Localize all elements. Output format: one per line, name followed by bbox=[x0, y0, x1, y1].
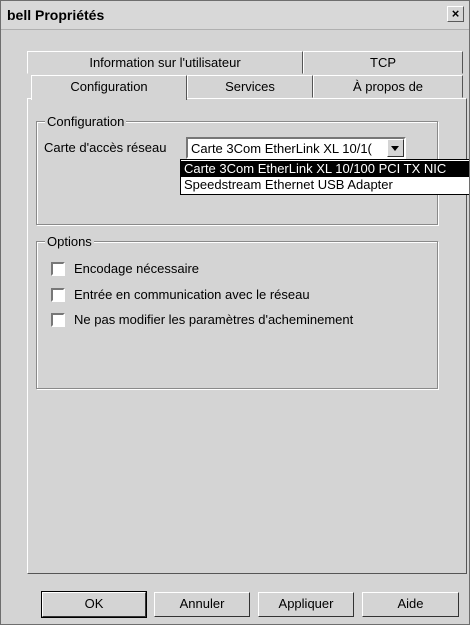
tab-about[interactable]: À propos de bbox=[313, 75, 463, 98]
apply-button[interactable]: Appliquer bbox=[258, 592, 354, 617]
adapter-dropdown-list: Carte 3Com EtherLink XL 10/100 PCI TX NI… bbox=[180, 159, 469, 195]
adapter-select-value: Carte 3Com EtherLink XL 10/1( bbox=[191, 141, 372, 156]
configuration-group-label: Configuration bbox=[45, 114, 127, 129]
options-group: Options Encodage nécessaire Entrée en co… bbox=[36, 234, 438, 389]
encoding-required-label: Encodage nécessaire bbox=[74, 261, 200, 276]
adapter-label: Carte d'accès réseau bbox=[44, 140, 167, 155]
dropdown-arrow-icon[interactable] bbox=[387, 139, 404, 157]
keep-routing-label: Ne pas modifier les paramètres d'achemin… bbox=[74, 312, 354, 327]
keep-routing-checkbox[interactable] bbox=[51, 313, 65, 327]
network-logon-checkbox[interactable] bbox=[51, 288, 65, 302]
tab-configuration[interactable]: Configuration bbox=[31, 75, 187, 100]
tab-tcp[interactable]: TCP bbox=[303, 51, 463, 74]
network-logon-label: Entrée en communication avec le réseau bbox=[74, 287, 310, 302]
help-button[interactable]: Aide bbox=[362, 592, 459, 617]
adapter-option-3com[interactable]: Carte 3Com EtherLink XL 10/100 PCI TX NI… bbox=[181, 161, 469, 177]
tab-user-information[interactable]: Information sur l'utilisateur bbox=[27, 51, 303, 74]
ok-button[interactable]: OK bbox=[41, 591, 147, 618]
options-group-label: Options bbox=[45, 234, 94, 249]
encoding-required-checkbox[interactable] bbox=[51, 262, 65, 276]
adapter-select[interactable]: Carte 3Com EtherLink XL 10/1( bbox=[186, 137, 406, 159]
adapter-option-speedstream[interactable]: Speedstream Ethernet USB Adapter bbox=[181, 177, 469, 193]
title-bar: bell Propriétés × bbox=[1, 1, 469, 30]
properties-dialog: bell Propriétés × Information sur l'util… bbox=[0, 0, 470, 625]
cancel-button[interactable]: Annuler bbox=[154, 592, 250, 617]
tab-services[interactable]: Services bbox=[187, 75, 313, 98]
close-button[interactable]: × bbox=[447, 6, 464, 22]
window-title: bell Propriétés bbox=[7, 7, 105, 23]
